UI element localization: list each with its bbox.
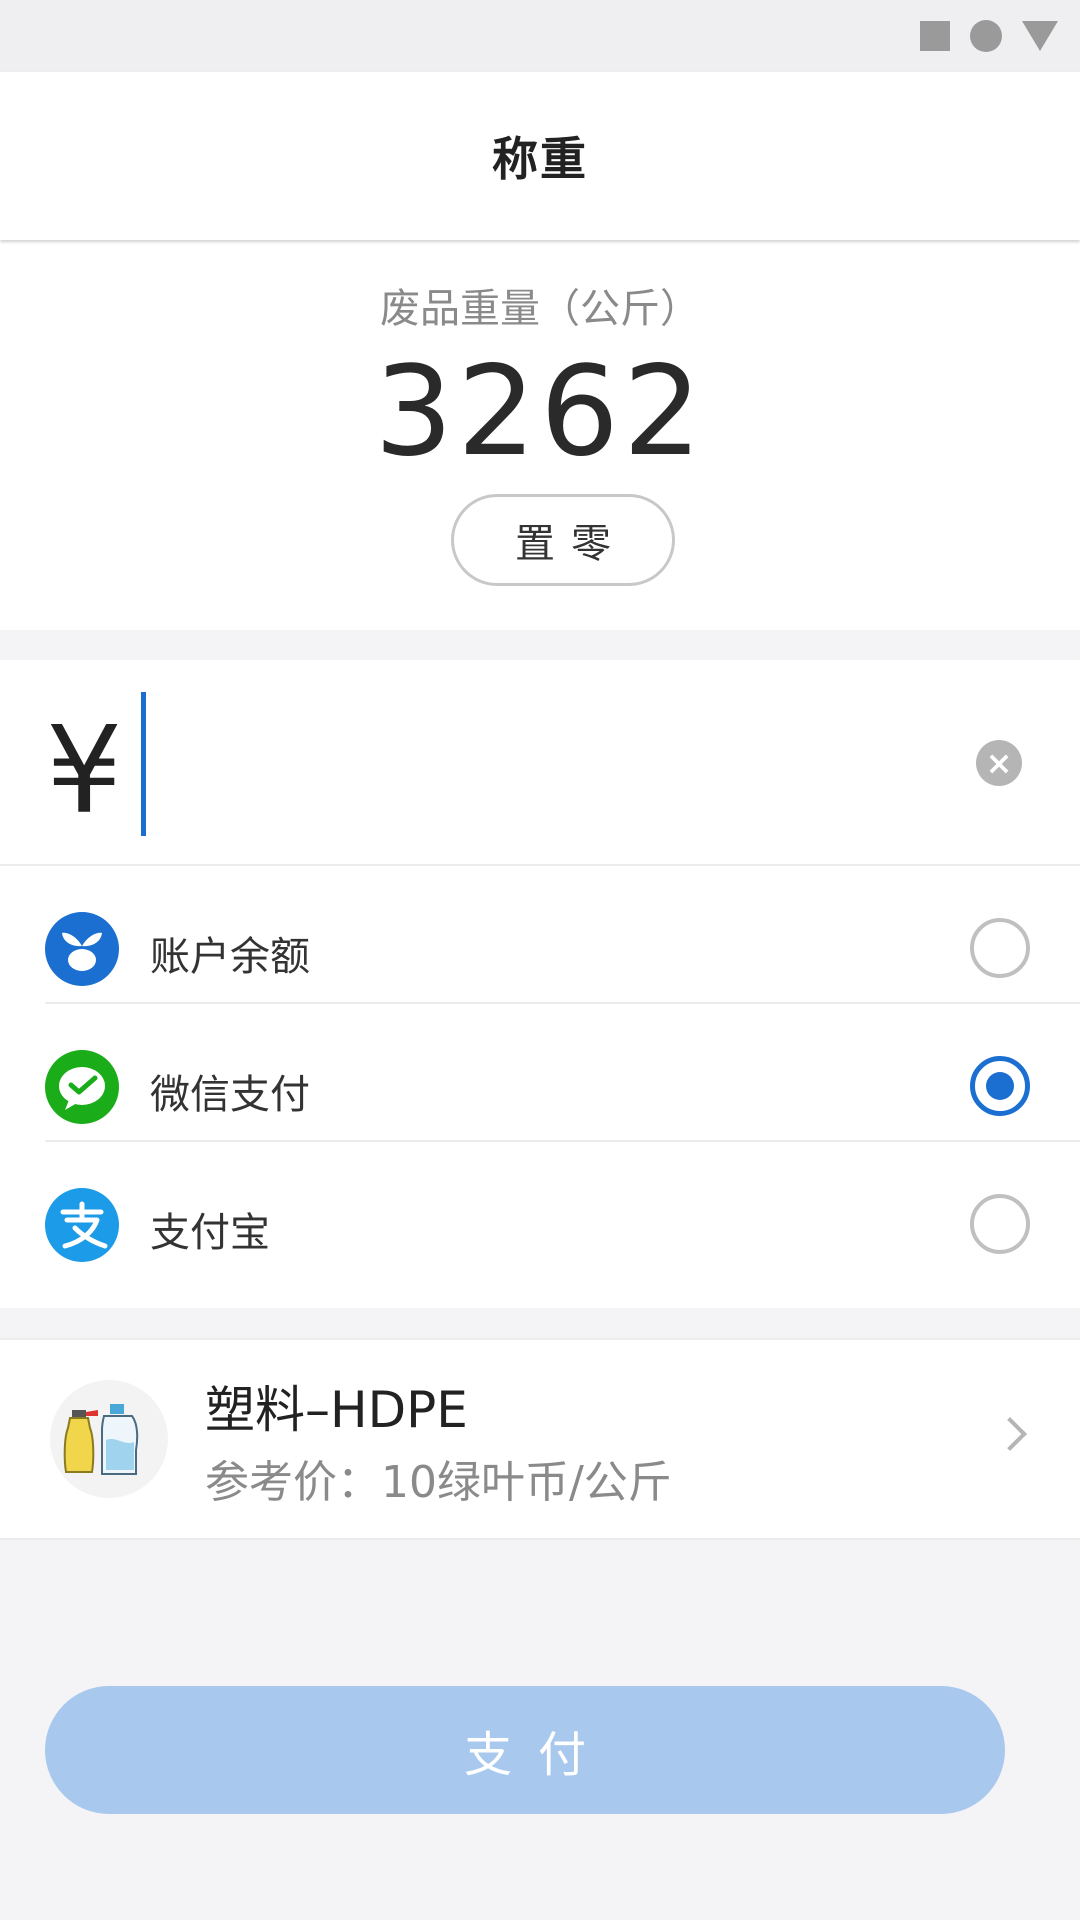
page-title: 称重 [492,132,588,186]
chevron-right-icon [993,1417,1027,1451]
product-item[interactable]: 塑料–HDPE 参考价：10绿叶币/公斤 [0,1338,1080,1540]
payment-label: 微信支付 [150,1072,310,1118]
payment-label: 账户余额 [150,934,310,980]
text-cursor [141,692,146,836]
payment-option-balance[interactable]: 账户余额 [0,866,1080,1004]
zero-button[interactable]: 置零 [451,494,675,586]
weighing-screen: 称重 废品重量（公斤） 3262 置零 ¥ × 账户余额 微信支付 支付宝 塑料… [0,0,1080,1920]
wechat-pay-icon [45,1050,119,1124]
payment-method-list: 账户余额 微信支付 支付宝 [0,866,1080,1308]
weight-panel: 废品重量（公斤） 3262 置零 [0,240,1080,630]
payment-option-wechat[interactable]: 微信支付 [0,1004,1080,1142]
currency-symbol: ¥ [46,702,123,841]
system-nav-icons [920,20,1058,52]
product-price: 参考价：10绿叶币/公斤 [205,1457,672,1508]
home-icon[interactable] [970,20,1002,52]
payment-option-alipay[interactable]: 支付宝 [0,1142,1080,1280]
radio-balance[interactable] [970,918,1030,978]
clear-icon[interactable]: × [976,740,1022,786]
sprout-icon [45,912,119,986]
recents-icon[interactable] [920,21,950,51]
weight-label: 废品重量（公斤） [380,286,700,332]
app-header: 称重 [0,72,1080,240]
product-name: 塑料–HDPE [205,1381,468,1439]
product-thumbnail [50,1380,168,1498]
alipay-icon [45,1188,119,1262]
pay-button[interactable]: 支付 [45,1686,1005,1814]
radio-alipay[interactable] [970,1194,1030,1254]
radio-wechat[interactable] [970,1056,1030,1116]
payment-label: 支付宝 [150,1210,270,1256]
back-icon[interactable] [1022,21,1058,51]
amount-input-field[interactable]: ¥ × [0,660,1080,866]
system-nav-bar [0,0,1080,72]
weight-value: 3262 [374,340,706,484]
